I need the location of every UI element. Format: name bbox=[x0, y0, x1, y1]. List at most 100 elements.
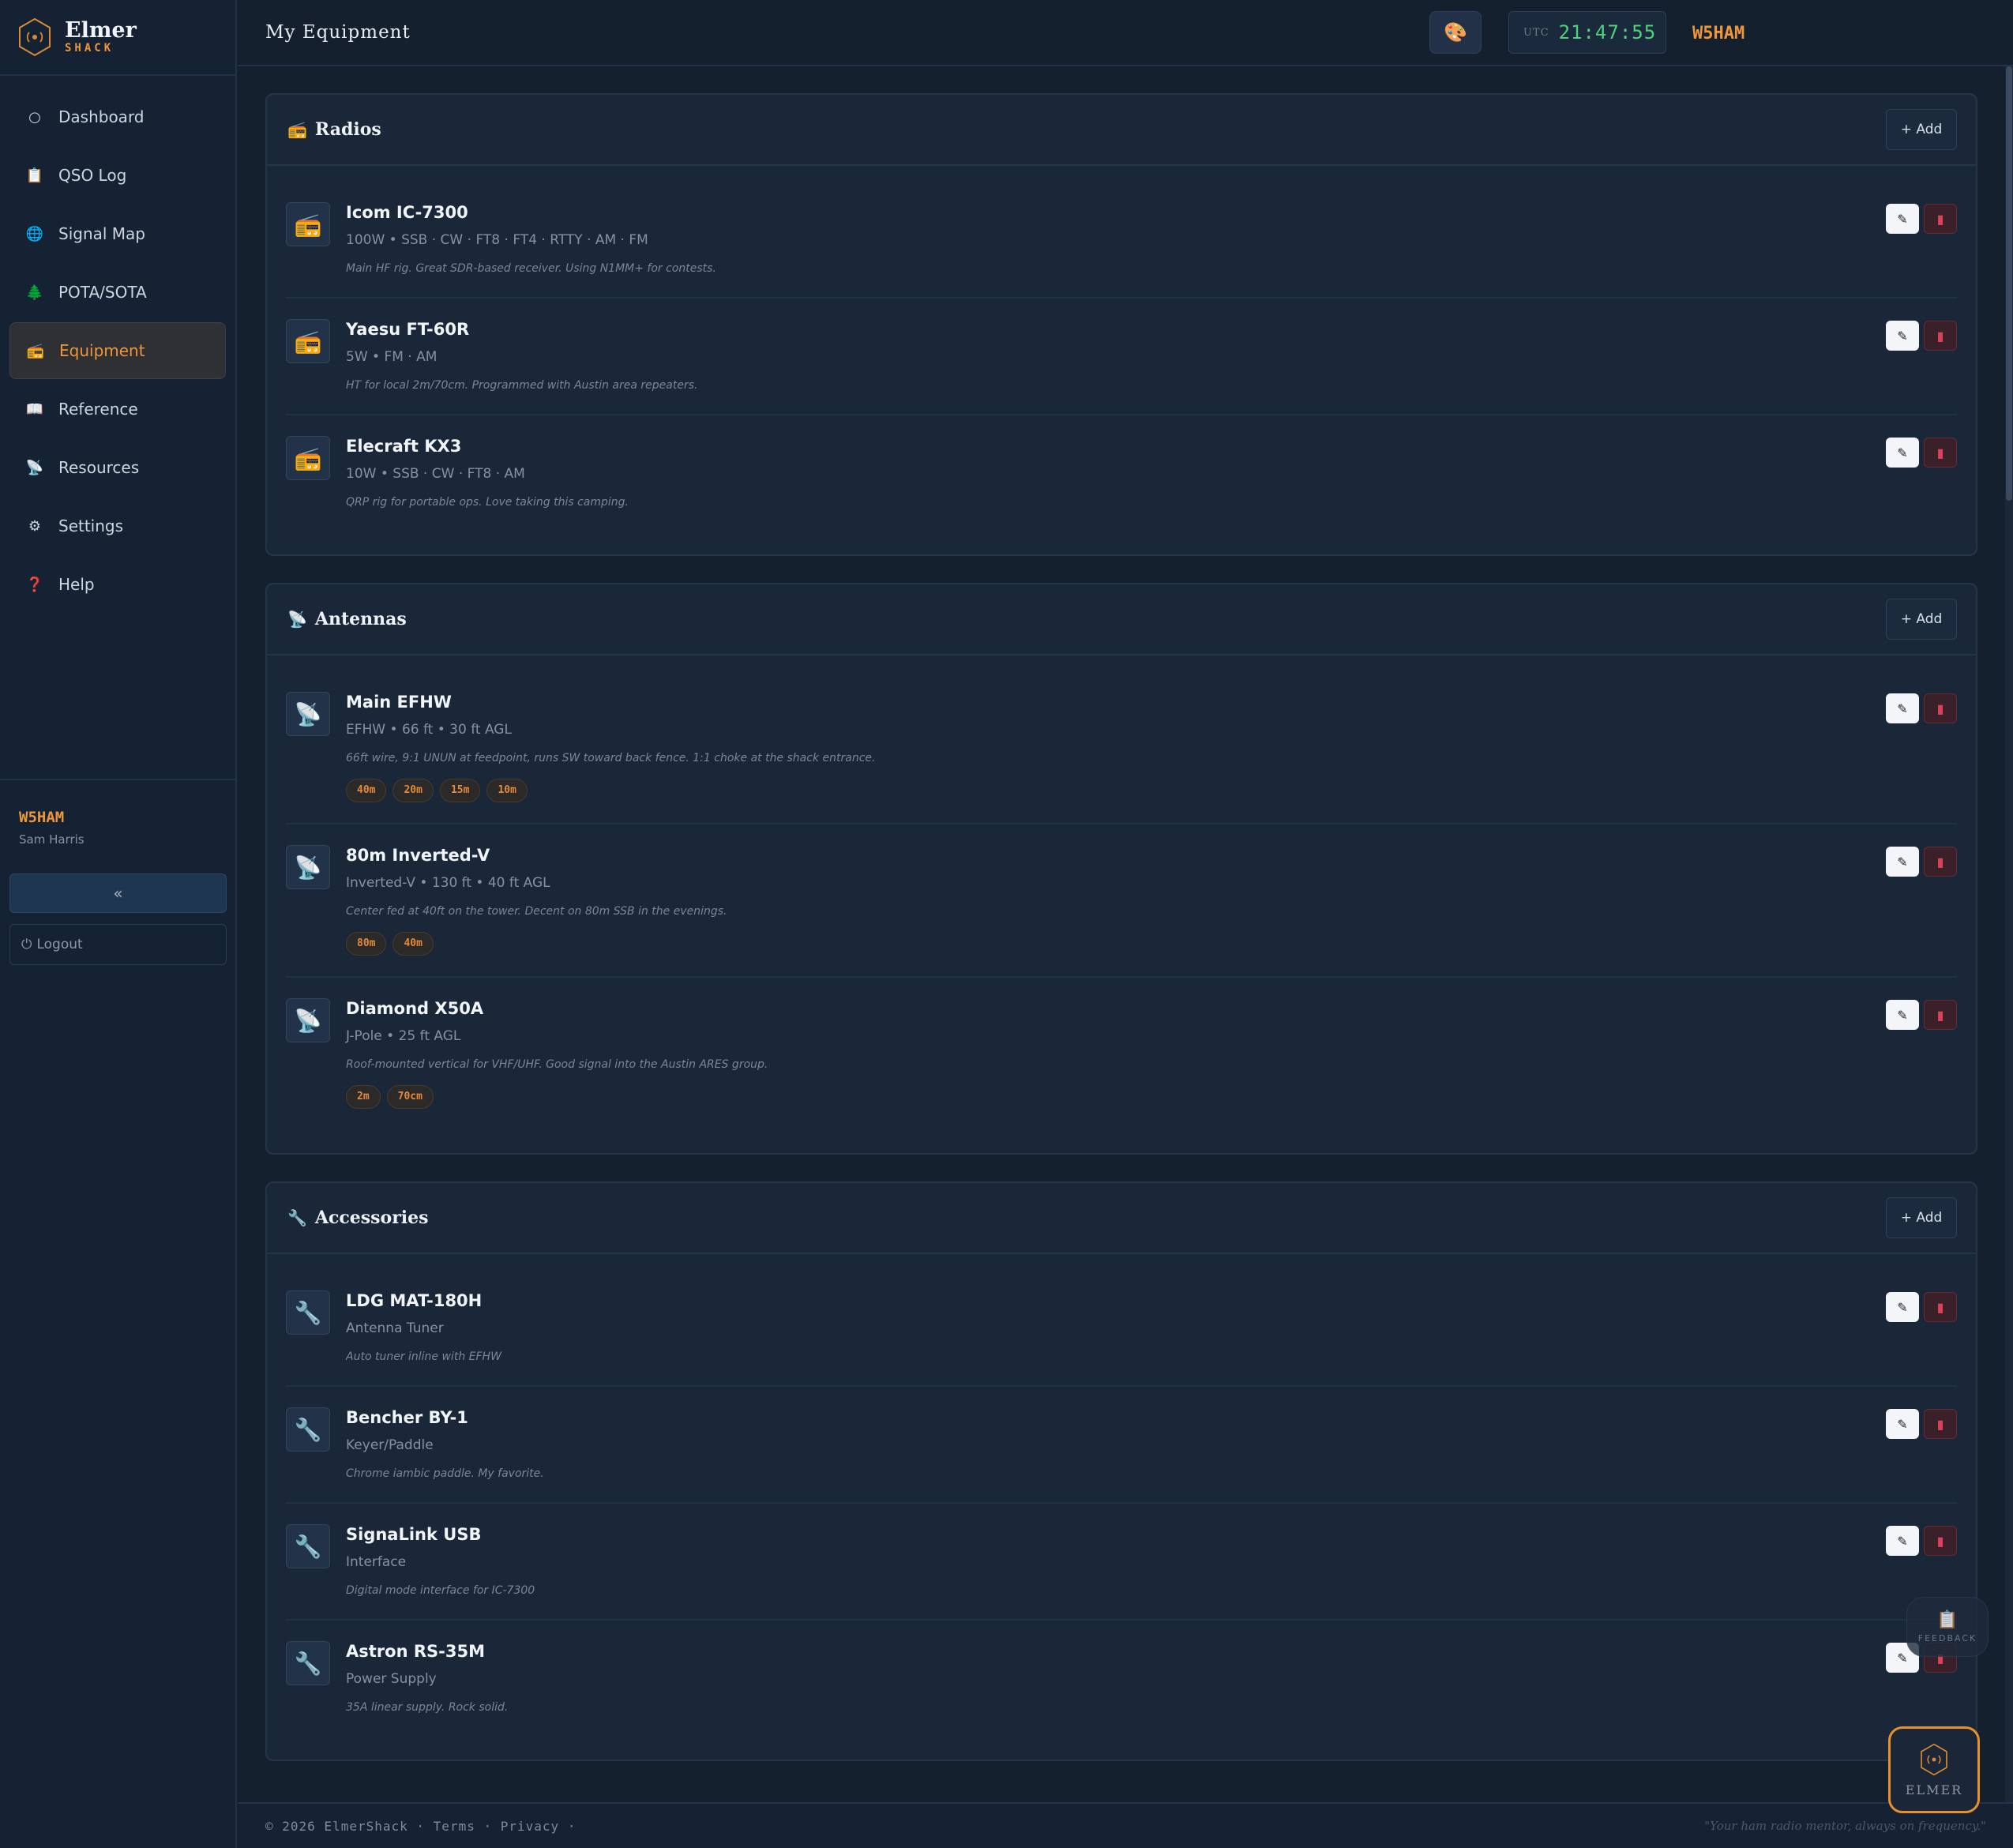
header-callsign[interactable]: W5HAM bbox=[1692, 0, 1744, 66]
feedback-button[interactable]: 📋 FEEDBACK bbox=[1906, 1597, 1989, 1657]
clipboard-icon: 📋 bbox=[1936, 1610, 1959, 1630]
item-note: HT for local 2m/70cm. Programmed with Au… bbox=[346, 379, 698, 392]
globe-icon: 🌐 bbox=[25, 225, 44, 242]
scrollbar-thumb[interactable] bbox=[2006, 66, 2012, 501]
sidebar-item-equipment[interactable]: 📻 Equipment bbox=[9, 322, 226, 379]
sidebar-item-label: Equipment bbox=[59, 341, 145, 360]
privacy-link[interactable]: Privacy bbox=[501, 1819, 559, 1834]
clipboard-icon: 📋 bbox=[25, 167, 44, 184]
radio-icon: 📻 bbox=[26, 342, 45, 359]
edit-button[interactable]: ✎ bbox=[1886, 1409, 1919, 1439]
logout-button[interactable]: ⏻ Logout bbox=[9, 924, 227, 965]
item-spec: 5W • FM · AM bbox=[346, 349, 438, 365]
list-item: 🔧 SignaLink USB Interface Digital mode i… bbox=[286, 1504, 1957, 1621]
band-tags: 80m 40m bbox=[346, 932, 1957, 956]
edit-button[interactable]: ✎ bbox=[1886, 321, 1919, 351]
list-item: 🔧 Astron RS-35M Power Supply 35A linear … bbox=[286, 1621, 1957, 1736]
item-note: 35A linear supply. Rock solid. bbox=[346, 1701, 509, 1714]
card-header: 🔧 Accessories + Add bbox=[267, 1183, 1976, 1254]
app-name: Elmer bbox=[65, 18, 137, 43]
list-item: 🔧 LDG MAT-180H Antenna Tuner Auto tuner … bbox=[286, 1270, 1957, 1387]
logo[interactable]: Elmer SHACK bbox=[0, 0, 235, 76]
delete-button[interactable]: ▮ bbox=[1924, 1000, 1957, 1030]
sidebar-item-label: Signal Map bbox=[58, 224, 145, 243]
item-note: Digital mode interface for IC-7300 bbox=[346, 1584, 535, 1597]
item-note: 66ft wire, 9:1 UNUN at feedpoint, runs S… bbox=[346, 752, 876, 764]
collapse-sidebar-button[interactable]: « bbox=[9, 873, 227, 913]
sidebar-item-label: POTA/SOTA bbox=[58, 283, 147, 302]
sidebar-item-label: Settings bbox=[58, 516, 124, 535]
delete-button[interactable]: ▮ bbox=[1924, 1292, 1957, 1322]
trash-icon: ▮ bbox=[1936, 211, 1944, 227]
edit-button[interactable]: ✎ bbox=[1886, 1292, 1919, 1322]
item-spec: 100W • SSB · CW · FT8 · FT4 · RTTY · AM … bbox=[346, 232, 648, 248]
edit-button[interactable]: ✎ bbox=[1886, 1000, 1919, 1030]
item-name: Diamond X50A bbox=[346, 999, 484, 1018]
delete-button[interactable]: ▮ bbox=[1924, 693, 1957, 723]
sidebar-item-dashboard[interactable]: ○ Dashboard bbox=[9, 88, 226, 145]
radio-icon: 📻 bbox=[286, 202, 330, 246]
question-icon: ❓ bbox=[25, 576, 44, 593]
list-item: 📻 Icom IC-7300 100W • SSB · CW · FT8 · F… bbox=[286, 182, 1957, 299]
sidebar-item-qso-log[interactable]: 📋 QSO Log bbox=[9, 147, 226, 204]
edit-button[interactable]: ✎ bbox=[1886, 204, 1919, 234]
item-name: Elecraft KX3 bbox=[346, 437, 462, 456]
elmer-assistant-button[interactable]: ELMER bbox=[1888, 1726, 1980, 1813]
radios-card: 📻 Radios + Add 📻 Icom IC-7300 100W • SSB… bbox=[265, 93, 1977, 556]
terms-link[interactable]: Terms bbox=[434, 1819, 475, 1834]
pencil-icon: ✎ bbox=[1897, 1007, 1908, 1023]
item-name: Icom IC-7300 bbox=[346, 203, 468, 222]
logo-hex-icon bbox=[1921, 1743, 1947, 1775]
utc-label: UTC bbox=[1523, 26, 1549, 39]
footer-separator: · bbox=[416, 1818, 434, 1834]
band-tag: 40m bbox=[346, 779, 387, 802]
user-callsign: W5HAM bbox=[19, 809, 65, 826]
footer-copyright: © 2026 ElmerShack bbox=[265, 1818, 408, 1834]
item-note: Chrome iambic paddle. My favorite. bbox=[346, 1467, 544, 1480]
delete-button[interactable]: ▮ bbox=[1924, 438, 1957, 468]
pencil-icon: ✎ bbox=[1897, 328, 1908, 344]
pencil-icon: ✎ bbox=[1897, 1299, 1908, 1315]
edit-button[interactable]: ✎ bbox=[1886, 1526, 1919, 1556]
delete-button[interactable]: ▮ bbox=[1924, 204, 1957, 234]
add-antenna-button[interactable]: + Add bbox=[1886, 599, 1957, 640]
trash-icon: ▮ bbox=[1936, 854, 1944, 870]
add-radio-button[interactable]: + Add bbox=[1886, 109, 1957, 150]
sidebar-item-pota-sota[interactable]: 🌲 POTA/SOTA bbox=[9, 264, 226, 321]
list-item: 📻 Yaesu FT-60R 5W • FM · AM HT for local… bbox=[286, 299, 1957, 415]
sidebar-item-settings[interactable]: ⚙ Settings bbox=[9, 498, 226, 554]
edit-button[interactable]: ✎ bbox=[1886, 693, 1919, 723]
item-spec: EFHW • 66 ft • 30 ft AGL bbox=[346, 722, 512, 738]
delete-button[interactable]: ▮ bbox=[1924, 321, 1957, 351]
edit-button[interactable]: ✎ bbox=[1886, 438, 1919, 468]
item-spec: Inverted-V • 130 ft • 40 ft AGL bbox=[346, 875, 550, 891]
satellite-dish-icon: 📡 bbox=[286, 692, 330, 736]
sidebar-item-label: Resources bbox=[58, 458, 140, 477]
antennas-card: 📡 Antennas + Add 📡 Main EFHW EFHW • 66 f… bbox=[265, 583, 1977, 1155]
pencil-icon: ✎ bbox=[1897, 1533, 1908, 1549]
delete-button[interactable]: ▮ bbox=[1924, 1409, 1957, 1439]
edit-button[interactable]: ✎ bbox=[1886, 847, 1919, 877]
item-spec: Antenna Tuner bbox=[346, 1320, 444, 1336]
item-spec: Keyer/Paddle bbox=[346, 1437, 434, 1453]
footer-separator: · bbox=[567, 1818, 576, 1834]
sidebar-item-resources[interactable]: 📡 Resources bbox=[9, 439, 226, 496]
sidebar-item-reference[interactable]: 📖 Reference bbox=[9, 381, 226, 438]
sidebar-item-help[interactable]: ❓ Help bbox=[9, 556, 226, 613]
delete-button[interactable]: ▮ bbox=[1924, 847, 1957, 877]
sidebar-divider bbox=[0, 779, 235, 780]
card-header: 📻 Radios + Add bbox=[267, 95, 1976, 166]
footer: © 2026 ElmerShack · Terms · Privacy · "Y… bbox=[238, 1802, 2013, 1848]
band-tag: 80m bbox=[346, 932, 387, 956]
band-tag: 15m bbox=[439, 779, 481, 802]
radio-icon: 📻 bbox=[286, 436, 330, 480]
theme-button[interactable]: 🎨 bbox=[1429, 11, 1482, 54]
logo-hex-icon bbox=[19, 17, 51, 57]
book-icon: 📖 bbox=[25, 400, 44, 418]
list-item: 📡 Diamond X50A J-Pole • 25 ft AGL Roof-m… bbox=[286, 978, 1957, 1129]
add-accessory-button[interactable]: + Add bbox=[1886, 1197, 1957, 1238]
palette-icon: 🎨 bbox=[1444, 21, 1467, 43]
delete-button[interactable]: ▮ bbox=[1924, 1526, 1957, 1556]
sidebar-item-signal-map[interactable]: 🌐 Signal Map bbox=[9, 205, 226, 262]
item-name: SignaLink USB bbox=[346, 1525, 482, 1544]
